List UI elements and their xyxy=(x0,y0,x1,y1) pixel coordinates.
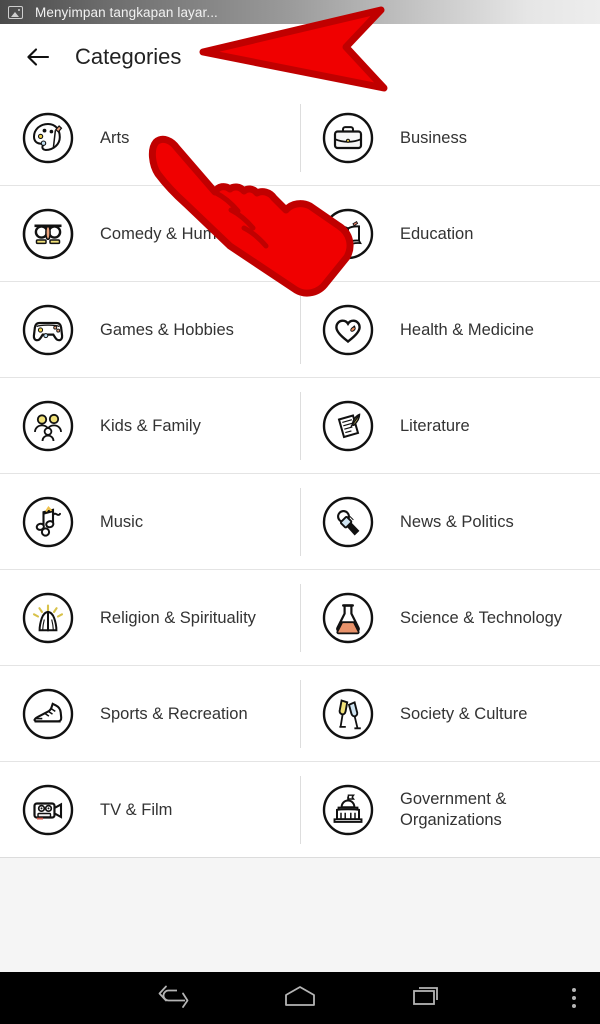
recents-nav-icon xyxy=(411,983,445,1014)
table-row: Sports & Recreation Society & Culture xyxy=(0,666,600,762)
column-divider xyxy=(300,584,301,652)
table-row: Arts Business xyxy=(0,90,600,186)
category-item-kids-family[interactable]: Kids & Family xyxy=(0,378,300,474)
category-item-arts[interactable]: Arts xyxy=(0,90,300,186)
heart-icon xyxy=(322,304,374,356)
category-label: Society & Culture xyxy=(400,704,528,723)
category-item-comedy-humor[interactable]: Comedy & Humor xyxy=(0,186,300,282)
back-nav-button[interactable] xyxy=(132,972,212,1024)
table-row: TV & Film Government & Organizations xyxy=(0,762,600,858)
family-icon xyxy=(22,400,74,452)
open-book-icon xyxy=(322,208,374,260)
category-item-health-medicine[interactable]: Health & Medicine xyxy=(300,282,600,378)
page-title: Categories xyxy=(75,44,182,69)
category-label: Sports & Recreation xyxy=(100,704,248,723)
category-label: Science & Technology xyxy=(400,608,563,627)
category-label: Literature xyxy=(400,416,470,435)
category-label: Education xyxy=(400,224,474,243)
category-label: Kids & Family xyxy=(100,416,201,435)
running-shoe-icon xyxy=(22,688,74,740)
category-item-society-culture[interactable]: Society & Culture xyxy=(300,666,600,762)
category-label: Arts xyxy=(100,128,130,147)
category-item-religion-spirituality[interactable]: Religion & Spirituality xyxy=(0,570,300,666)
category-label: Health & Medicine xyxy=(400,320,534,339)
champagne-glasses-icon xyxy=(322,688,374,740)
quill-paper-icon xyxy=(322,400,374,452)
flask-icon xyxy=(322,592,374,644)
arrow-left-icon xyxy=(25,44,51,70)
table-row: Music News & Politics xyxy=(0,474,600,570)
microphone-icon xyxy=(322,496,374,548)
overflow-menu-button[interactable] xyxy=(548,972,600,1024)
category-item-literature[interactable]: Literature xyxy=(300,378,600,474)
category-item-science-technology[interactable]: Science & Technology xyxy=(300,570,600,666)
category-item-education[interactable]: Education xyxy=(300,186,600,282)
home-nav-icon xyxy=(282,984,318,1013)
back-button[interactable] xyxy=(10,29,66,85)
category-label: TV & Film xyxy=(100,800,173,819)
category-label: Music xyxy=(100,512,144,531)
category-item-tv-film[interactable]: TV & Film xyxy=(0,762,300,858)
column-divider xyxy=(300,776,301,844)
column-divider xyxy=(300,680,301,748)
palette-icon xyxy=(22,112,74,164)
groucho-glasses-icon xyxy=(22,208,74,260)
category-item-news-politics[interactable]: News & Politics xyxy=(300,474,600,570)
briefcase-icon xyxy=(322,112,374,164)
home-nav-button[interactable] xyxy=(260,972,340,1024)
column-divider xyxy=(300,296,301,364)
back-nav-icon xyxy=(155,983,189,1014)
table-row: Games & Hobbies Health & Medicine xyxy=(0,282,600,378)
music-notes-icon xyxy=(22,496,74,548)
category-label: News & Politics xyxy=(400,512,514,531)
category-label: Government & Organizations xyxy=(400,790,507,829)
table-row: Religion & Spirituality Science & Techno… xyxy=(0,570,600,666)
column-divider xyxy=(300,392,301,460)
column-divider xyxy=(300,200,301,268)
recents-nav-button[interactable] xyxy=(388,972,468,1024)
movie-camera-icon xyxy=(22,784,74,836)
overflow-menu-icon xyxy=(572,985,576,1010)
column-divider xyxy=(300,104,301,172)
category-item-music[interactable]: Music xyxy=(0,474,300,570)
capitol-building-icon xyxy=(322,784,374,836)
empty-content-area xyxy=(0,858,600,972)
category-item-games-hobbies[interactable]: Games & Hobbies xyxy=(0,282,300,378)
category-label: Religion & Spirituality xyxy=(100,608,256,627)
category-label: Business xyxy=(400,128,467,147)
status-bar: Menyimpan tangkapan layar... xyxy=(0,0,600,24)
praying-hands-icon xyxy=(22,592,74,644)
category-label: Games & Hobbies xyxy=(100,320,234,339)
category-item-government-organizations[interactable]: Government & Organizations xyxy=(300,762,600,858)
app-bar: Categories xyxy=(0,24,600,90)
table-row: Kids & Family Literature xyxy=(0,378,600,474)
category-item-business[interactable]: Business xyxy=(300,90,600,186)
gamepad-icon xyxy=(22,304,74,356)
table-row: Comedy & Humor Education xyxy=(0,186,600,282)
category-grid: Arts Business Comedy & Humor Education G… xyxy=(0,90,600,858)
android-navigation-bar xyxy=(0,972,600,1024)
status-bar-text: Menyimpan tangkapan layar... xyxy=(35,4,218,20)
category-item-sports-recreation[interactable]: Sports & Recreation xyxy=(0,666,300,762)
column-divider xyxy=(300,488,301,556)
category-label: Comedy & Humor xyxy=(100,224,232,243)
screenshot-image-icon xyxy=(8,5,23,19)
